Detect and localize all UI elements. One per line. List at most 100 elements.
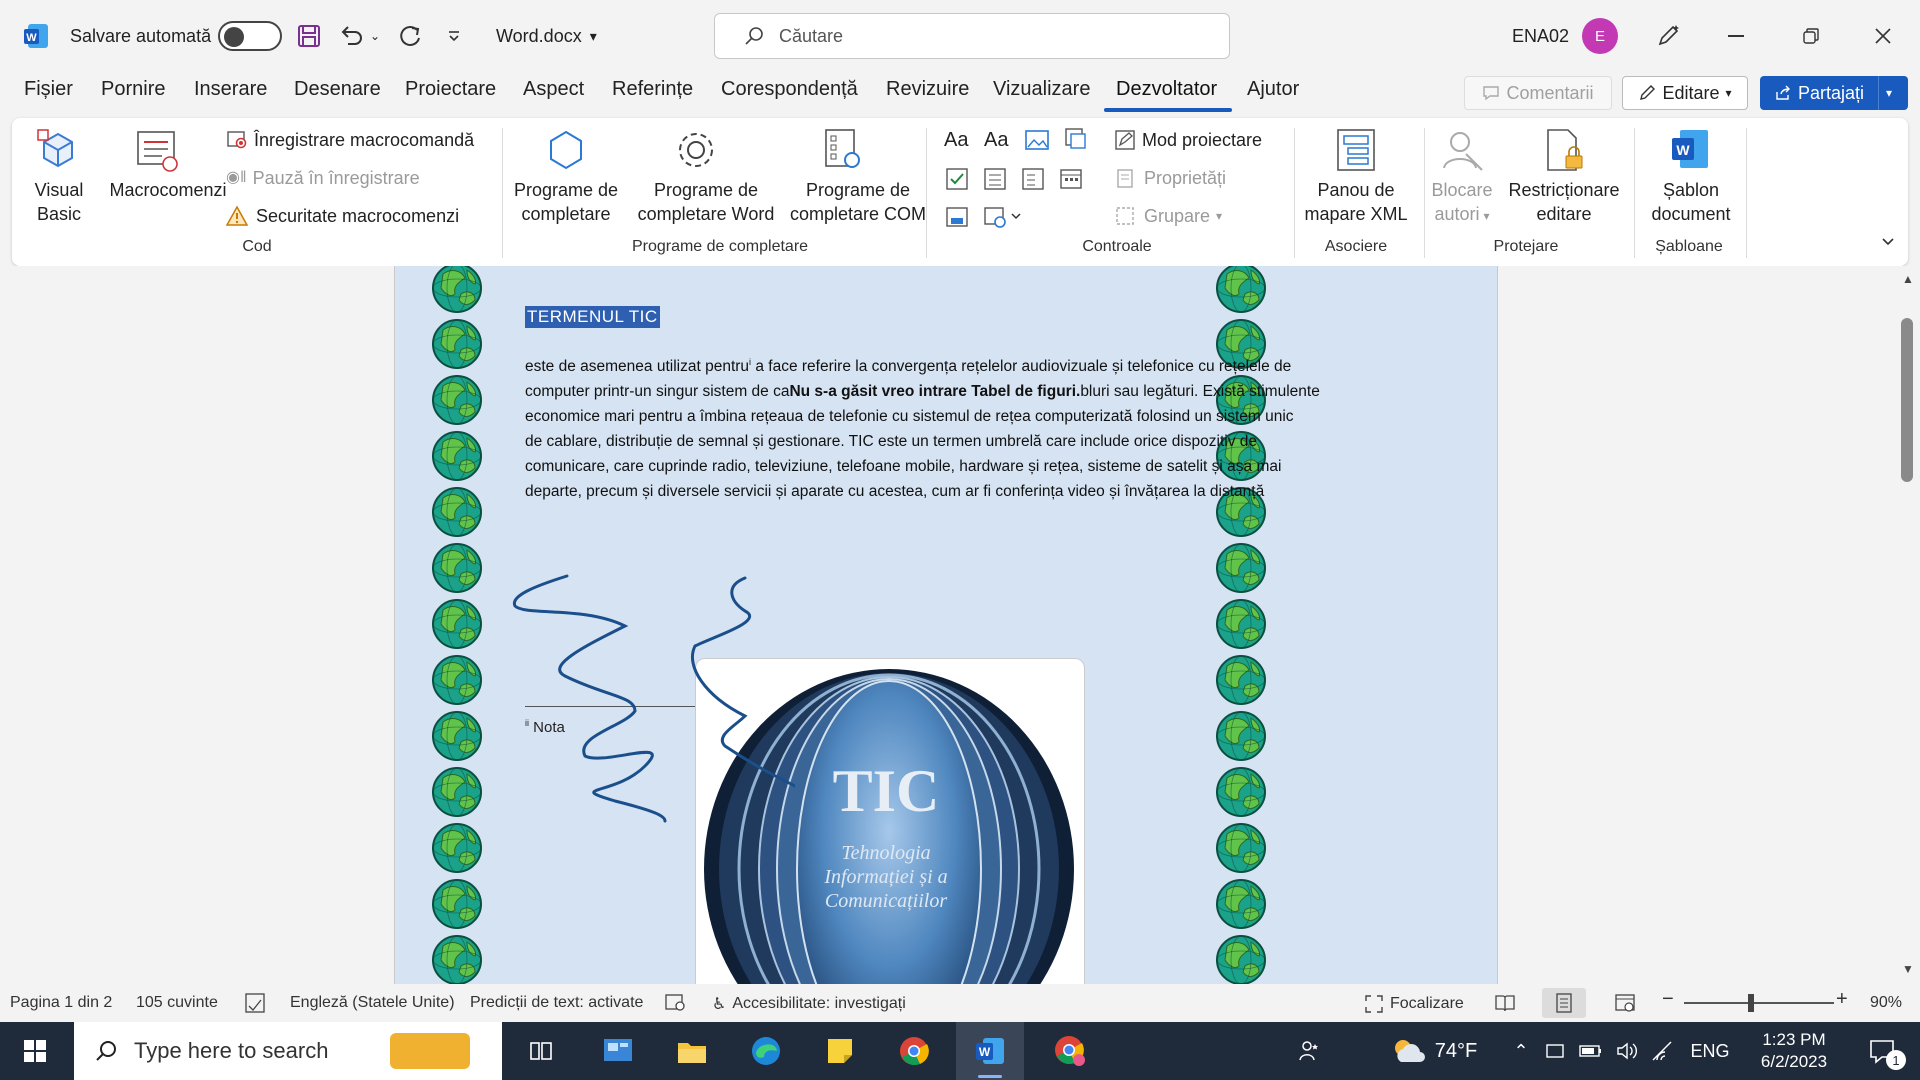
checkbox-control-icon[interactable] <box>944 166 970 197</box>
accessibility-checker[interactable]: ♿ Accesibilitate: investigați <box>712 994 906 1014</box>
proofing-icon[interactable] <box>244 992 266 1019</box>
com-addins-button[interactable]: Programe de completare COM <box>784 178 932 226</box>
tab-design[interactable]: Proiectare <box>405 78 496 101</box>
save-icon[interactable] <box>296 0 322 72</box>
tab-file[interactable]: Fișier <box>24 78 73 101</box>
group-button[interactable]: Grupare ▾ <box>1114 204 1222 228</box>
dropdown-list-control-icon[interactable] <box>1020 166 1046 197</box>
customize-qat-icon[interactable] <box>446 0 462 72</box>
scroll-up-icon[interactable]: ▲ <box>1902 272 1914 286</box>
chrome-profile-icon[interactable] <box>1040 1022 1100 1080</box>
macros-button[interactable]: Macrocomenzi <box>98 178 238 202</box>
rich-text-control-icon[interactable]: Aa <box>944 128 968 152</box>
weather-widget[interactable]: 74°F <box>1378 1022 1488 1080</box>
comments-button[interactable]: Comentarii <box>1464 76 1612 110</box>
zoom-slider-thumb[interactable] <box>1748 994 1754 1012</box>
document-page[interactable]: TERMENUL TIC este de asemenea utilizat p… <box>394 266 1498 984</box>
minimize-icon[interactable] <box>1728 0 1744 72</box>
building-block-control-icon[interactable] <box>1062 126 1088 157</box>
tab-references[interactable]: Referințe <box>612 78 693 101</box>
vertical-scrollbar[interactable]: ▲ ▼ <box>1896 266 1920 984</box>
zoom-out-button[interactable]: − <box>1662 988 1674 1011</box>
tab-review[interactable]: Revizuire <box>886 78 969 101</box>
word-app-icon[interactable]: W <box>22 0 50 72</box>
network-icon[interactable] <box>1648 1022 1678 1080</box>
zoom-level[interactable]: 90% <box>1870 994 1902 1012</box>
document-filename[interactable]: Word.docx ▾ <box>496 0 597 72</box>
clock[interactable]: 1:23 PM 6/2/2023 <box>1746 1022 1842 1080</box>
edge-browser-icon[interactable] <box>738 1022 794 1080</box>
record-macro-button[interactable]: Înregistrare macrocomandă <box>226 128 474 152</box>
editing-mode-button[interactable]: Editare ▾ <box>1622 76 1748 110</box>
picture-control-icon[interactable] <box>1024 128 1050 157</box>
pause-recording-button[interactable]: ◉‖ Pauză în înregistrare <box>226 166 420 190</box>
heading-termenul-tic[interactable]: TERMENUL TIC <box>525 306 660 328</box>
page-count[interactable]: Pagina 1 din 2 <box>10 994 112 1012</box>
zoom-in-button[interactable]: + <box>1836 988 1848 1011</box>
pen-sparkle-icon[interactable] <box>1654 0 1682 72</box>
properties-button[interactable]: Proprietăți <box>1114 166 1226 190</box>
windows-start-icon[interactable] <box>0 1022 70 1080</box>
repeating-section-control-icon[interactable] <box>944 204 970 235</box>
text-predictions[interactable]: Predicții de text: activate <box>470 994 643 1012</box>
word-count[interactable]: 105 cuvinte <box>136 994 218 1012</box>
file-explorer-icon[interactable] <box>664 1022 720 1080</box>
addins-button[interactable]: Programe de completare <box>508 178 624 226</box>
undo-icon[interactable] <box>338 0 366 72</box>
input-language[interactable]: ENG <box>1688 1022 1732 1080</box>
xml-mapping-pane-button[interactable]: Panou de mapare XML <box>1300 178 1412 226</box>
taskbar-search-box[interactable]: Type here to search <box>74 1022 502 1080</box>
word-taskbar-icon[interactable]: W <box>956 1022 1024 1080</box>
macro-security-button[interactable]: Securitate macrocomenzi <box>226 204 459 228</box>
task-view-icon[interactable] <box>516 1022 566 1080</box>
notifications-icon[interactable]: 1 <box>1852 1022 1912 1080</box>
tab-layout[interactable]: Aspect <box>523 78 584 101</box>
tab-help[interactable]: Ajutor <box>1247 78 1299 101</box>
legacy-tools-icon[interactable] <box>982 204 1022 235</box>
visual-basic-button[interactable]: Visual Basic <box>34 178 84 226</box>
plain-text-control-icon[interactable]: Aa <box>984 128 1008 152</box>
autosave-toggle[interactable] <box>218 0 282 72</box>
avatar[interactable]: E <box>1582 0 1618 72</box>
undo-dropdown-icon[interactable]: ⌄ <box>370 0 380 72</box>
share-button[interactable]: Partajați ▾ <box>1760 76 1908 110</box>
web-layout-icon[interactable] <box>1614 992 1636 1019</box>
combo-box-control-icon[interactable] <box>982 166 1008 197</box>
tab-draw[interactable]: Desenare <box>294 78 381 101</box>
chevron-down-icon[interactable]: ▾ <box>1886 86 1892 100</box>
document-template-button[interactable]: Șablon document <box>1644 178 1738 226</box>
macro-record-status-icon[interactable] <box>664 992 688 1019</box>
battery-icon[interactable] <box>1576 1022 1606 1080</box>
tab-insert[interactable]: Inserare <box>194 78 267 101</box>
scroll-down-icon[interactable]: ▼ <box>1902 962 1914 976</box>
language-indicator[interactable]: Engleză (Statele Unite) <box>290 994 455 1012</box>
people-icon[interactable] <box>1290 1022 1330 1080</box>
focus-mode-button[interactable]: Focalizare <box>1364 994 1464 1014</box>
chrome-icon[interactable] <box>886 1022 942 1080</box>
date-picker-control-icon[interactable] <box>1058 166 1084 197</box>
tab-view[interactable]: Vizualizare <box>993 78 1090 101</box>
show-hidden-icons[interactable]: ⌃ <box>1506 1022 1536 1080</box>
tab-developer[interactable]: Dezvoltator <box>1116 78 1217 101</box>
volume-icon[interactable] <box>1612 1022 1642 1080</box>
design-mode-button[interactable]: Mod proiectare <box>1114 128 1262 152</box>
redo-icon[interactable] <box>396 0 424 72</box>
ink-squiggle-drawing[interactable] <box>505 566 795 866</box>
block-authors-button[interactable]: Blocare autori ▾ <box>1426 178 1498 228</box>
close-icon[interactable] <box>1874 0 1892 72</box>
search-input[interactable]: Căutare <box>714 13 1230 59</box>
read-mode-icon[interactable] <box>1494 992 1516 1019</box>
scrollbar-thumb[interactable] <box>1901 318 1913 482</box>
meet-now-icon[interactable] <box>1540 1022 1570 1080</box>
collapse-ribbon-icon[interactable] <box>1880 234 1896 255</box>
tab-mailings[interactable]: Corespondență <box>721 78 858 101</box>
restore-icon[interactable] <box>1802 0 1820 72</box>
restrict-editing-button[interactable]: Restricționare editare <box>1506 178 1622 226</box>
word-addins-button[interactable]: Programe de completare Word <box>632 178 780 226</box>
tab-home[interactable]: Pornire <box>101 78 165 101</box>
sticky-notes-icon[interactable] <box>812 1022 868 1080</box>
control-panel-icon[interactable] <box>590 1022 646 1080</box>
zoom-slider-track[interactable] <box>1684 1002 1834 1004</box>
document-paragraph[interactable]: este de asemenea utilizat pentrui a face… <box>525 350 1365 504</box>
print-layout-button[interactable] <box>1542 988 1586 1018</box>
